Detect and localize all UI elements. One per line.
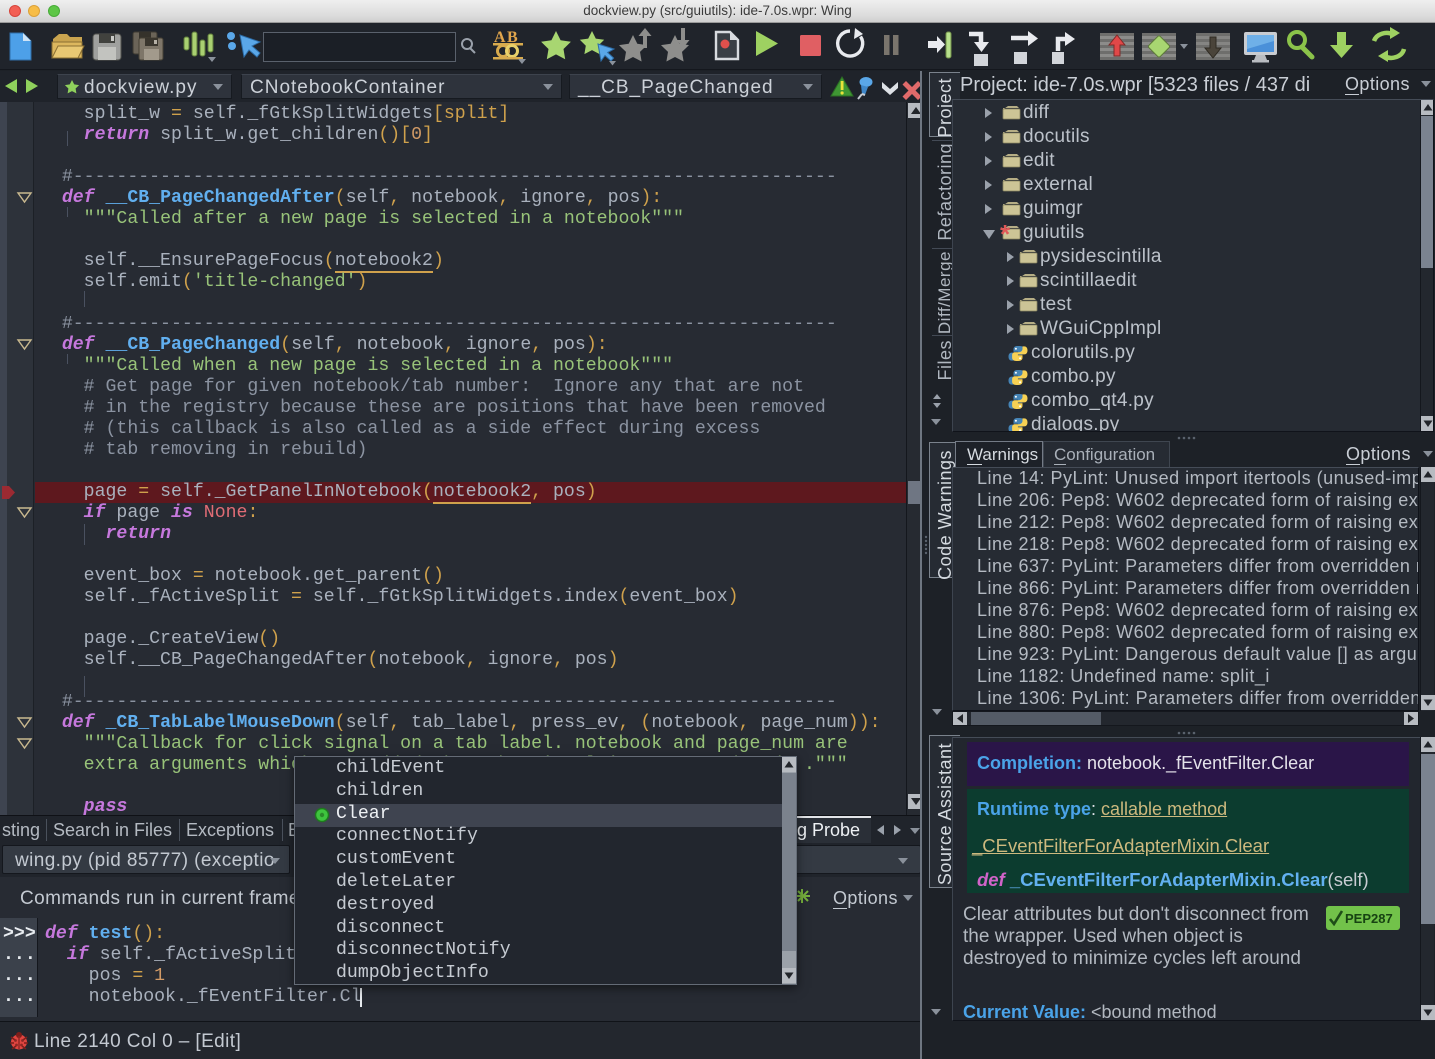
svg-text:*: * (1000, 219, 1011, 249)
